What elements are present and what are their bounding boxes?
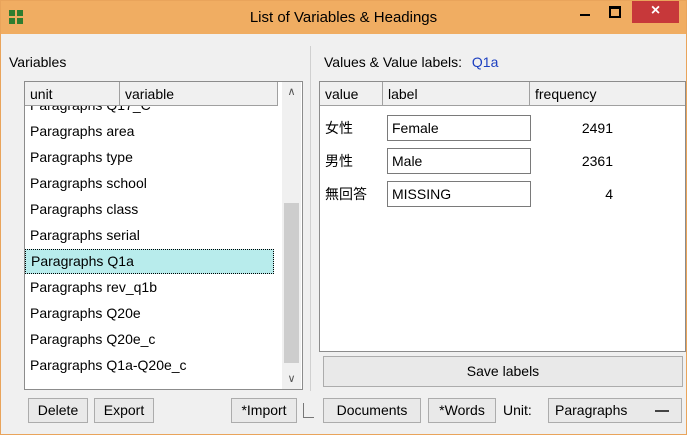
frequency-cell: 4 bbox=[605, 186, 613, 202]
variable-unit: Paragraphs bbox=[30, 227, 103, 243]
value-label-input[interactable]: MISSING bbox=[387, 181, 531, 207]
variable-name: Q17_C bbox=[106, 106, 150, 113]
unit-label: Unit: bbox=[503, 402, 532, 418]
frequency-cell: 2491 bbox=[581, 120, 613, 136]
frequency-cell: 2361 bbox=[581, 153, 613, 169]
title-bar[interactable]: List of Variables & Headings × bbox=[1, 1, 686, 34]
variable-row[interactable]: Paragraphs Q1a bbox=[25, 249, 274, 274]
unit-select-value: Paragraphs bbox=[555, 402, 628, 418]
variable-unit: Paragraphs bbox=[30, 357, 103, 373]
scroll-thumb[interactable] bbox=[284, 203, 299, 363]
close-button[interactable]: × bbox=[632, 1, 679, 23]
save-labels-button[interactable]: Save labels bbox=[323, 356, 683, 387]
value-label-input[interactable]: Female bbox=[387, 115, 531, 141]
variable-row[interactable]: Paragraphs school bbox=[25, 171, 274, 196]
splitter-divider[interactable] bbox=[310, 46, 311, 391]
value-label-input[interactable]: Male bbox=[387, 148, 531, 174]
variable-unit: Paragraphs bbox=[30, 305, 103, 321]
column-header-value[interactable]: value bbox=[320, 82, 383, 106]
variable-row[interactable]: Paragraphs serial bbox=[25, 223, 274, 248]
column-header-variable[interactable]: variable bbox=[120, 82, 278, 106]
variable-row[interactable]: Paragraphs rev_q1b bbox=[25, 275, 274, 300]
variable-name: Q1a bbox=[107, 253, 134, 269]
scroll-up-icon[interactable]: ∧ bbox=[282, 85, 301, 98]
value-labels-table: value label frequency 女性 Female 2491 男性 Male… bbox=[319, 81, 686, 352]
selected-variable-name: Q1a bbox=[471, 54, 499, 70]
variable-row[interactable]: Paragraphs area bbox=[25, 119, 274, 144]
minimize-button[interactable] bbox=[571, 1, 599, 23]
value-cell: 無回答 bbox=[325, 186, 367, 202]
variable-name: Q20e bbox=[106, 305, 141, 321]
variables-scrollbar[interactable]: ∧ ∨ bbox=[282, 82, 301, 389]
variable-name: rev_q1b bbox=[106, 279, 157, 295]
app-window: List of Variables & Headings × Variables… bbox=[0, 0, 687, 435]
variable-row[interactable]: Paragraphs Q1a-Q20e_c bbox=[25, 353, 274, 378]
variable-name: type bbox=[106, 149, 133, 165]
column-header-unit[interactable]: unit bbox=[25, 82, 120, 106]
export-button[interactable]: Export bbox=[94, 398, 154, 423]
variable-name: school bbox=[106, 175, 147, 191]
value-labels-heading: Values & Value labels: Q1a bbox=[324, 54, 498, 70]
value-labels-label: Values & Value labels: bbox=[324, 54, 463, 70]
scroll-down-icon[interactable]: ∨ bbox=[282, 372, 301, 385]
variable-name: Q1a-Q20e_c bbox=[106, 357, 187, 373]
variables-rows: ParagraphsQ17_CParagraphsareaParagraphst… bbox=[25, 106, 282, 389]
variable-row[interactable]: Paragraphs Q17_C bbox=[25, 106, 274, 118]
delete-button[interactable]: Delete bbox=[28, 398, 88, 423]
variable-unit: Paragraphs bbox=[30, 279, 103, 295]
variable-name: area bbox=[106, 123, 135, 139]
dropdown-indicator-icon bbox=[655, 410, 669, 412]
variable-unit: Paragraphs bbox=[30, 331, 103, 347]
variable-row[interactable]: Paragraphs class bbox=[25, 197, 274, 222]
variable-row[interactable]: Paragraphs Q20e bbox=[25, 301, 274, 326]
column-header-label[interactable]: label bbox=[383, 82, 530, 106]
documents-button[interactable]: Documents bbox=[323, 398, 421, 423]
variables-label: Variables bbox=[9, 54, 67, 70]
words-button[interactable]: *Words bbox=[428, 398, 496, 423]
variables-list: unit variable ParagraphsQ17_CParagraphsa… bbox=[24, 81, 303, 390]
maximize-button[interactable] bbox=[601, 1, 629, 23]
variable-name: class bbox=[106, 201, 139, 217]
variable-unit: Paragraphs bbox=[30, 149, 103, 165]
variable-name: serial bbox=[106, 227, 140, 243]
variable-unit: Paragraphs bbox=[30, 123, 103, 139]
variable-unit: Paragraphs bbox=[30, 201, 103, 217]
import-button[interactable]: *Import bbox=[231, 398, 297, 423]
variable-unit: Paragraphs bbox=[30, 106, 102, 113]
variable-unit: Paragraphs bbox=[31, 253, 104, 269]
variable-unit: Paragraphs bbox=[30, 175, 103, 191]
variable-name: Q20e_c bbox=[106, 331, 156, 347]
variable-row[interactable]: Paragraphs Q20e_c bbox=[25, 327, 274, 352]
unit-select[interactable]: Paragraphs bbox=[548, 398, 682, 423]
value-cell: 男性 bbox=[325, 153, 353, 169]
splitter-handle-icon[interactable] bbox=[303, 403, 314, 418]
value-cell: 女性 bbox=[325, 120, 353, 136]
variable-row[interactable]: Paragraphs type bbox=[25, 145, 274, 170]
column-header-frequency[interactable]: frequency bbox=[530, 82, 685, 106]
